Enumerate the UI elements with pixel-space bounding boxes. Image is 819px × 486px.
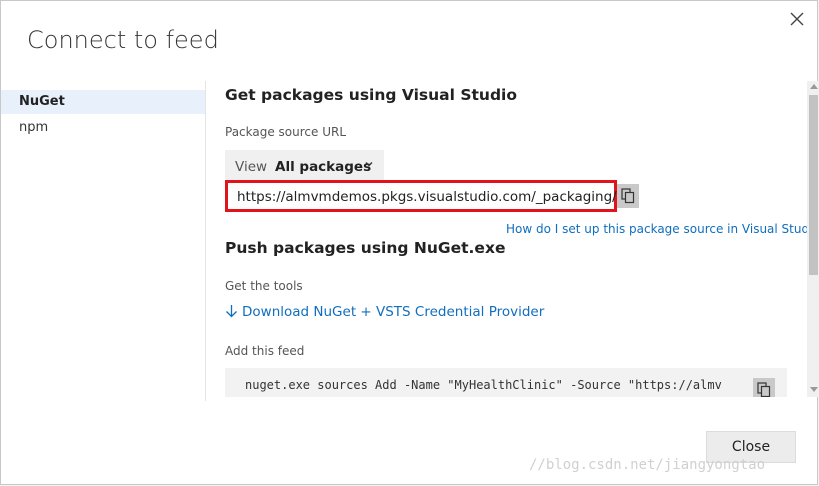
content-scrollbar[interactable] [807,81,819,397]
setup-help-link[interactable]: How do I set up this package source in V… [506,222,808,236]
view-value: All packages [275,159,372,175]
copy-command-button[interactable] [753,378,775,397]
copy-icon [757,382,771,397]
nuget-exe-heading: Push packages using NuGet.exe [225,239,506,257]
get-tools-label: Get the tools [225,279,303,293]
package-source-url-field[interactable]: https://almvmdemos.pkgs.visualstudio.com… [225,180,630,212]
add-feed-command-block[interactable]: nuget.exe sources Add -Name "MyHealthCli… [225,368,787,397]
feed-type-sidebar: NuGet npm [1,81,206,401]
sidebar-item-nuget[interactable]: NuGet [1,90,205,114]
scroll-thumb[interactable] [809,95,818,275]
package-source-url: https://almvmdemos.pkgs.visualstudio.com… [237,189,630,205]
download-link-label: Download NuGet + VSTS Credential Provide… [242,304,545,320]
copy-icon [621,188,635,204]
download-icon [226,305,237,318]
scroll-down-icon[interactable] [810,387,818,392]
package-source-label: Package source URL [225,125,347,139]
view-label: View [235,159,268,175]
dialog-title: Connect to feed [27,26,219,54]
download-nuget-link[interactable]: Download NuGet + VSTS Credential Provide… [225,304,544,320]
copy-url-button[interactable] [617,184,639,208]
sidebar-item-npm[interactable]: npm [1,116,205,140]
close-icon[interactable] [787,9,807,29]
feed-content-pane: Get packages using Visual Studio Package… [206,81,808,397]
view-selector[interactable]: View All packages [225,150,384,184]
add-feed-command: nuget.exe sources Add -Name "MyHealthCli… [245,378,722,392]
connect-to-feed-dialog: Connect to feed NuGet npm Get packages u… [0,0,819,485]
chevron-down-icon [365,162,373,167]
watermark: //blog.csdn.net/jiangyongtao [529,457,766,473]
visual-studio-heading: Get packages using Visual Studio [225,86,518,104]
scroll-up-icon[interactable] [810,84,818,89]
add-feed-label: Add this feed [225,344,305,358]
